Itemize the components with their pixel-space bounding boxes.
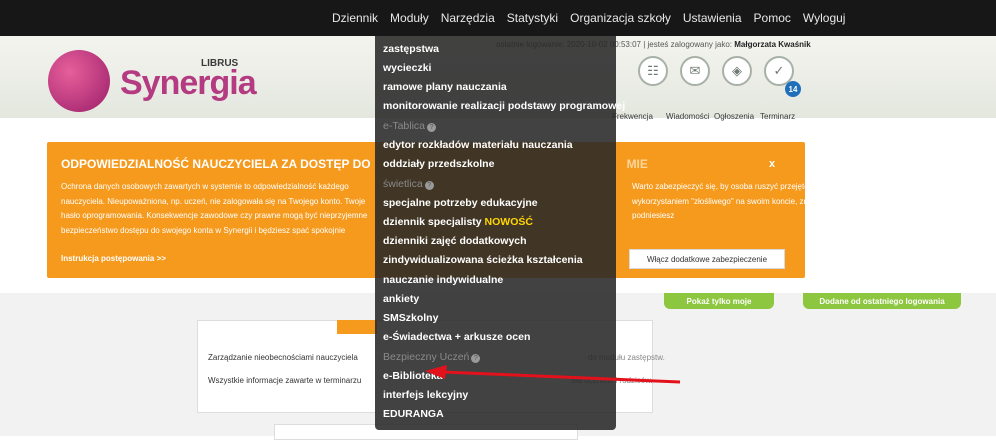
menu-item-ankiety[interactable]: ankiety: [383, 293, 419, 305]
menu-item-swietlica[interactable]: świetlica?: [383, 178, 434, 190]
synergia-logo-icon[interactable]: [48, 50, 110, 112]
arrow-head-icon: [425, 365, 447, 379]
arrow-shaft: [442, 370, 681, 384]
menu-item-monitorowanie[interactable]: monitorowanie realizacji podstawy progra…: [383, 100, 625, 112]
logo-text[interactable]: Synergia: [120, 64, 257, 103]
tab-show-mine[interactable]: Pokaż tylko moje: [664, 293, 774, 309]
nav-moduly[interactable]: Moduły: [384, 11, 435, 25]
red-arrow-annotation: [425, 365, 681, 384]
tab-recent[interactable]: Dodane od ostatniego logowania: [803, 293, 961, 309]
header-label-wiadomosci[interactable]: Wiadomości: [666, 112, 710, 121]
menu-item-bezpieczny-uczen-label: Bezpieczny Uczeń: [383, 351, 470, 363]
nav-narzedzia[interactable]: Narzędzia: [435, 11, 501, 25]
card-line-1-text: Zarządzanie nieobecnościami nauczyciela: [208, 353, 358, 362]
header-label-terminarz[interactable]: Terminarz: [760, 112, 795, 121]
menu-item-specjalne-potrzeby[interactable]: specjalne potrzeby edukacyjne: [383, 197, 538, 209]
nav-dziennik[interactable]: Dziennik: [326, 11, 384, 25]
menu-item-interfejs-lekcyjny[interactable]: interfejs lekcyjny: [383, 389, 468, 401]
header-label-ogloszenia[interactable]: Ogłoszenia: [714, 112, 754, 121]
new-badge: NOWOŚĆ: [484, 216, 533, 228]
logo-sub: LIBRUS: [201, 58, 239, 69]
nav-ustawienia[interactable]: Ustawienia: [677, 11, 748, 25]
menu-item-zastepstwa[interactable]: zastępstwa: [383, 43, 439, 55]
close-icon[interactable]: x: [769, 158, 775, 170]
menu-item-e-tablica-label: e-Tablica: [383, 120, 426, 132]
user-name: Małgorzata Kwaśnik: [734, 40, 811, 49]
notification-badge: 14: [785, 81, 801, 97]
menu-item-dzienniki-zajec[interactable]: dzienniki zajęć dodatkowych: [383, 235, 527, 247]
envelope-icon[interactable]: ✉: [680, 56, 710, 86]
card-line-2-text: Wszystkie informacje zawarte w terminarz…: [208, 376, 362, 385]
help-icon[interactable]: ?: [427, 123, 437, 132]
menu-item-e-swiadectwa[interactable]: e-Świadectwa + arkusze ocen: [383, 331, 530, 343]
calendar-icon[interactable]: ☷: [638, 56, 668, 86]
menu-item-ramowe-plany[interactable]: ramowe plany nauczania: [383, 81, 507, 93]
help-icon[interactable]: ?: [471, 354, 481, 363]
megaphone-icon[interactable]: ◈: [722, 56, 752, 86]
menu-item-nauczanie-indywidualne[interactable]: nauczanie indywidualne: [383, 274, 503, 286]
menu-item-bezpieczny-uczen[interactable]: Bezpieczny Uczeń?: [383, 351, 481, 363]
nav-pomoc[interactable]: Pomoc: [748, 11, 797, 25]
menu-item-eduranga[interactable]: EDURANGA: [383, 408, 444, 420]
menu-item-e-tablica[interactable]: e-Tablica?: [383, 120, 437, 132]
menu-item-edytor-rozkladow[interactable]: edytor rozkładów materiału nauczania: [383, 139, 573, 151]
card-tab: [337, 320, 377, 334]
help-icon[interactable]: ?: [424, 181, 434, 190]
menu-item-oddzialy-przedszkolne[interactable]: oddziały przedszkolne: [383, 158, 494, 170]
menu-item-smszkolny[interactable]: SMSzkolny: [383, 312, 438, 324]
header-label-frekwencja[interactable]: Frekwencja: [612, 112, 653, 121]
alert-text-right: Warto zabezpieczyć się, by osoba ruszyć …: [632, 182, 834, 220]
nav-wyloguj[interactable]: Wyloguj: [797, 11, 852, 25]
instruction-link[interactable]: Instrukcja postępowania >>: [61, 254, 166, 263]
menu-item-zindywidualizowana[interactable]: zindywidualizowana ścieżka kształcenia: [383, 254, 583, 266]
alert-title-tail: MIE: [626, 157, 648, 171]
menu-item-dziennik-specjalisty-label: dziennik specjalisty: [383, 216, 482, 228]
menu-item-wycieczki[interactable]: wycieczki: [383, 62, 431, 74]
menu-item-dziennik-specjalisty[interactable]: dziennik specjalisty NOWOŚĆ: [383, 216, 533, 228]
nav-statystyki[interactable]: Statystyki: [501, 11, 564, 25]
nav-organizacja-szkoly[interactable]: Organizacja szkoły: [564, 11, 677, 25]
enable-security-button[interactable]: Włącz dodatkowe zabezpieczenie: [629, 249, 785, 269]
alert-title-text: ODPOWIEDZIALNOŚĆ NAUCZYCIELA ZA DOSTĘP D…: [61, 157, 371, 171]
alert-text: Ochrona danych osobowych zawartych w sys…: [61, 182, 368, 235]
menu-item-swietlica-label: świetlica: [383, 178, 423, 190]
top-navigation-bar: Dziennik Moduły Narzędzia Statystyki Org…: [0, 0, 996, 36]
top-nav: Dziennik Moduły Narzędzia Statystyki Org…: [326, 0, 851, 36]
